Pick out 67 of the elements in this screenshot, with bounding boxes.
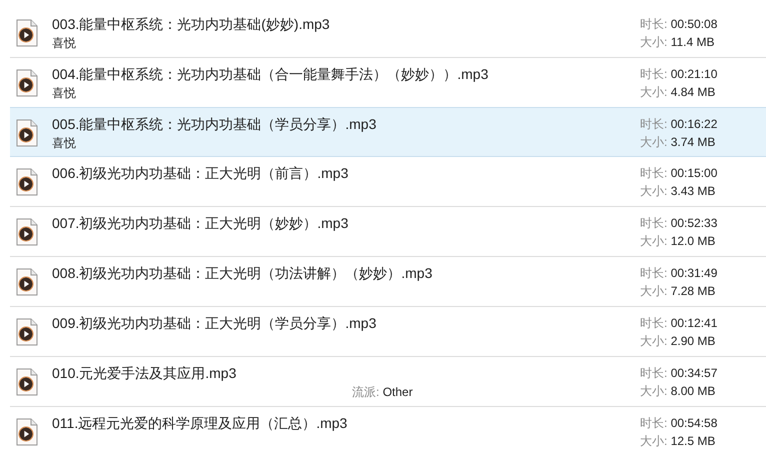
size-value: 12.0 MB: [670, 234, 716, 248]
size-value: 3.43 MB: [670, 184, 716, 198]
file-row[interactable]: 010.元光爱手法及其应用.mp3 流派: Other 时长: 00:34:57 大小: 8.00 MB: [10, 357, 766, 407]
size-label: 大小:: [640, 384, 668, 398]
artist-name: 喜悦: [52, 135, 77, 152]
size-label: 大小:: [640, 35, 668, 49]
duration-label: 时长:: [640, 216, 668, 230]
file-name: 011.远程元光爱的科学原理及应用（汇总）.mp3: [52, 414, 348, 433]
file-row[interactable]: 007.初级光功内功基础：正大光明（妙妙）.mp3 时长: 00:52:33 大小: 12.0 MB: [10, 207, 766, 257]
duration-value: 00:31:49: [670, 266, 718, 280]
audio-file-icon: [16, 268, 38, 296]
duration-label: 时长:: [640, 266, 668, 280]
artist-name: 喜悦: [52, 35, 77, 52]
duration-label: 时长:: [640, 416, 668, 430]
size-label: 大小:: [640, 234, 668, 248]
file-row[interactable]: 011.远程元光爱的科学原理及应用（汇总）.mp3 时长: 00:54:58 大小: 12.5 MB: [10, 407, 766, 456]
audio-file-icon: [16, 418, 38, 446]
file-name: 010.元光爱手法及其应用.mp3: [52, 364, 238, 383]
size-value: 12.5 MB: [670, 434, 716, 448]
audio-file-icon: [16, 218, 38, 246]
file-name: 004.能量中枢系统：光功内功基础（合一能量舞手法）（妙妙））.mp3: [52, 65, 490, 84]
file-row[interactable]: 005.能量中枢系统：光功内功基础（学员分享）.mp3 喜悦 时长: 00:16:22 大小: 3.74 MB: [10, 107, 766, 157]
size-label: 大小:: [640, 184, 668, 198]
file-row[interactable]: 009.初级光功内功基础：正大光明（学员分享）.mp3 时长: 00:12:41 大小: 2.90 MB: [10, 307, 766, 357]
genre-value: Other: [382, 385, 413, 399]
file-name: 009.初级光功内功基础：正大光明（学员分享）.mp3: [52, 314, 378, 333]
duration-value: 00:52:33: [670, 216, 718, 230]
size-value: 8.00 MB: [670, 384, 716, 398]
duration-label: 时长:: [640, 316, 668, 330]
duration-value: 00:15:00: [670, 166, 718, 180]
duration-value: 00:16:22: [670, 117, 718, 131]
file-name: 006.初级光功内功基础：正大光明（前言）.mp3: [52, 164, 350, 183]
audio-file-icon: [16, 19, 38, 47]
duration-label: 时长:: [640, 366, 668, 380]
duration-value: 00:50:08: [670, 17, 718, 31]
audio-file-icon: [16, 119, 38, 147]
file-row[interactable]: 006.初级光功内功基础：正大光明（前言）.mp3 时长: 00:15:00 大小: 3.43 MB: [10, 157, 766, 207]
duration-label: 时长:: [640, 166, 668, 180]
duration-label: 时长:: [640, 117, 668, 131]
duration-label: 时长:: [640, 17, 668, 31]
genre-label: 流派:: [352, 385, 380, 399]
file-name: 007.初级光功内功基础：正大光明（妙妙）.mp3: [52, 214, 350, 233]
size-label: 大小:: [640, 135, 668, 149]
file-row[interactable]: 008.初级光功内功基础：正大光明（功法讲解）（妙妙）.mp3 时长: 00:31:49 大小: 7.28 MB: [10, 257, 766, 307]
size-label: 大小:: [640, 334, 668, 348]
duration-value: 00:54:58: [670, 416, 718, 430]
artist-name: 喜悦: [52, 85, 77, 102]
size-value: 7.28 MB: [670, 284, 716, 298]
duration-label: 时长:: [640, 67, 668, 81]
file-name: 005.能量中枢系统：光功内功基础（学员分享）.mp3: [52, 115, 378, 134]
file-name: 008.初级光功内功基础：正大光明（功法讲解）（妙妙）.mp3: [52, 264, 434, 283]
file-row[interactable]: 003.能量中枢系统：光功内功基础(妙妙).mp3 喜悦 时长: 00:50:08 大小: 11.4 MB: [10, 8, 766, 58]
duration-value: 00:21:10: [670, 67, 718, 81]
size-value: 11.4 MB: [670, 35, 714, 49]
file-name: 003.能量中枢系统：光功内功基础(妙妙).mp3: [52, 15, 331, 34]
duration-value: 00:34:57: [670, 366, 718, 380]
size-label: 大小:: [640, 284, 668, 298]
size-label: 大小:: [640, 85, 668, 99]
audio-file-icon: [16, 69, 38, 97]
audio-file-icon: [16, 318, 38, 346]
duration-value: 00:12:41: [670, 316, 718, 330]
size-label: 大小:: [640, 434, 668, 448]
size-value: 4.84 MB: [670, 85, 716, 99]
size-value: 2.90 MB: [670, 334, 716, 348]
size-value: 3.74 MB: [670, 135, 716, 149]
audio-file-icon: [16, 168, 38, 196]
audio-file-icon: [16, 368, 38, 396]
